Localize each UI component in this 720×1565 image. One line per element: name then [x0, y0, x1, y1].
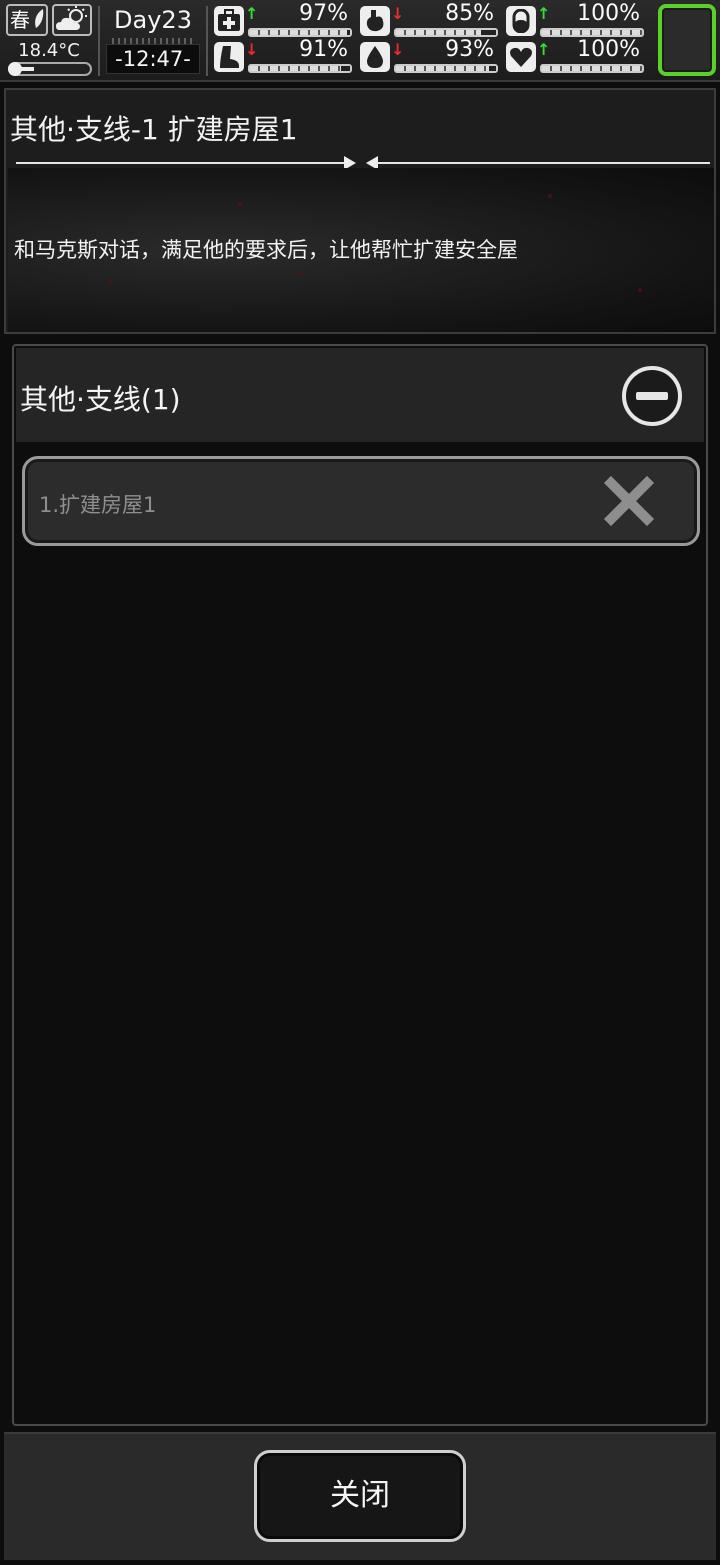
stomach-icon [360, 6, 390, 36]
heart-icon [506, 42, 536, 72]
weather-partly-cloudy-icon [52, 4, 92, 36]
water-drop-icon [360, 42, 390, 72]
stat-bar [394, 28, 498, 37]
temperature-readout: 18.4°C [18, 40, 80, 61]
trend-up-icon: ↑ [537, 4, 551, 23]
close-button-label: 关闭 [330, 1478, 390, 1513]
stat-bar [540, 28, 644, 37]
divider [16, 162, 350, 164]
quest-category-title: 其他·支线(1) [20, 383, 181, 416]
trend-down-icon: ↓ [245, 40, 259, 59]
stat-bar [394, 64, 498, 73]
stat-bar [248, 64, 352, 73]
day-counter: Day23 [114, 6, 192, 34]
quest-item-label: 1.扩建房屋1 [39, 493, 157, 517]
close-x-icon [603, 475, 655, 527]
footer-bar: 关闭 [4, 1432, 716, 1560]
trend-down-icon: ↓ [391, 40, 405, 59]
quest-title: 其他·支线-1 扩建房屋1 [10, 113, 298, 146]
quest-category-header[interactable]: 其他·支线(1) [16, 348, 704, 442]
quest-list-panel: 其他·支线(1) 1.扩建房屋1 [12, 344, 708, 1426]
trend-down-icon: ↓ [391, 4, 405, 23]
status-bar: 春 18.4°C Day23 -12:47- ↑ 97% ↓ 85% ↑ 100… [0, 0, 720, 82]
divider [206, 6, 208, 76]
quest-list-item[interactable]: 1.扩建房屋1 [22, 456, 700, 546]
stat-stamina[interactable]: ↓ 91% [214, 37, 354, 74]
stat-bar [540, 64, 644, 73]
boot-icon [214, 42, 244, 72]
collapse-button[interactable] [622, 366, 682, 426]
stat-value: 85% [445, 1, 494, 26]
stat-value: 93% [445, 37, 494, 62]
stat-value: 97% [299, 1, 348, 26]
medkit-icon [214, 6, 244, 36]
season-label: 春 [10, 8, 30, 32]
season-badge: 春 [6, 4, 48, 36]
trend-up-icon: ↑ [245, 4, 259, 23]
stat-bar [248, 28, 352, 37]
pill-icon [506, 6, 536, 36]
stat-hunger[interactable]: ↓ 85% [360, 1, 500, 38]
close-button[interactable]: 关闭 [254, 1450, 466, 1542]
stat-value: 100% [577, 1, 640, 26]
stat-mood[interactable]: ↑ 100% [506, 37, 646, 74]
quest-description-area: 和马克斯对话，满足他的要求后，让他帮忙扩建安全屋 [8, 168, 714, 332]
stat-medicine[interactable]: ↑ 100% [506, 1, 646, 38]
leaf-icon [35, 9, 44, 28]
game-clock: -12:47- [106, 44, 200, 74]
stat-health[interactable]: ↑ 97% [214, 1, 354, 38]
stat-value: 100% [577, 37, 640, 62]
divider [98, 6, 100, 76]
thermometer-icon [8, 62, 92, 76]
stat-thirst[interactable]: ↓ 93% [360, 37, 500, 74]
minus-icon [636, 392, 668, 400]
stat-value: 91% [299, 37, 348, 62]
quest-detail-panel: 其他·支线-1 扩建房屋1 和马克斯对话，满足他的要求后，让他帮忙扩建安全屋 [4, 88, 716, 334]
equipment-slot[interactable] [658, 4, 716, 76]
divider [376, 162, 710, 164]
trend-up-icon: ↑ [537, 40, 551, 59]
quest-description: 和马克斯对话，满足他的要求后，让他帮忙扩建安全屋 [14, 238, 518, 262]
